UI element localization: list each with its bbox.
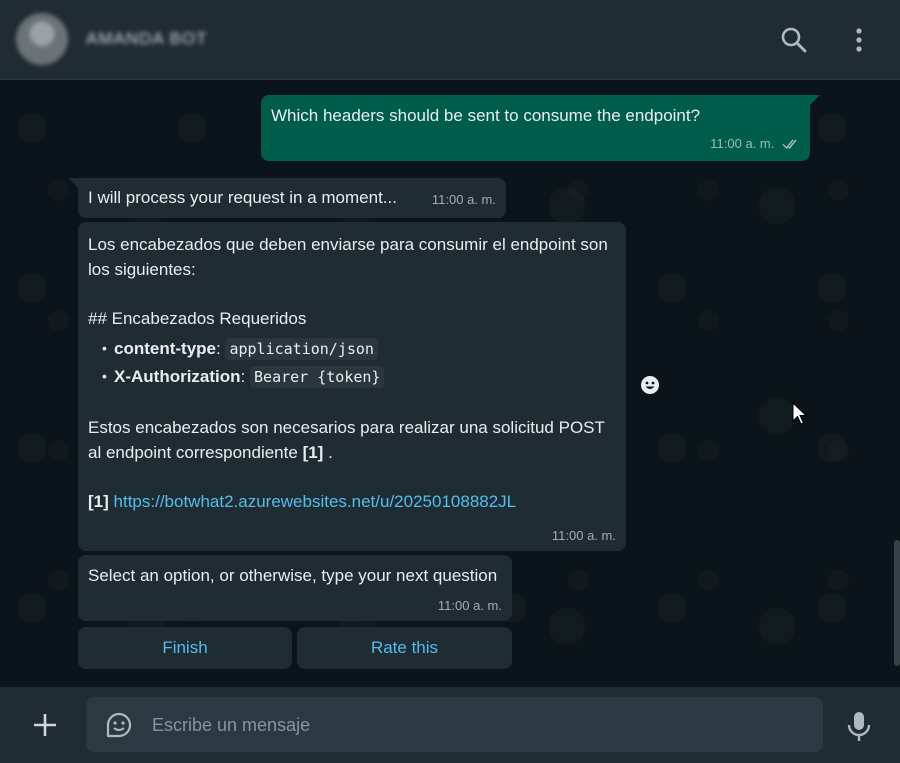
rate-this-button[interactable]: Rate this <box>297 627 512 669</box>
outgoing-time: 11:00 a. m. <box>710 136 775 151</box>
search-icon[interactable] <box>778 24 810 56</box>
processing-time: 11:00 a. m. <box>431 192 496 207</box>
double-check-icon <box>782 133 800 158</box>
sticker-icon[interactable] <box>104 710 134 740</box>
answer-body: Estos encabezados son necesarios para re… <box>88 418 605 462</box>
answer-time: 11:00 a. m. <box>551 528 616 543</box>
contact-avatar[interactable] <box>16 13 68 65</box>
answer-intro: Los encabezados que deben enviarse para … <box>88 235 608 279</box>
emoji-reaction-icon[interactable] <box>637 372 663 398</box>
prompt-message-text: Select an option, or otherwise, type you… <box>88 566 498 585</box>
header-value: Bearer {token} <box>250 366 385 388</box>
chat-area[interactable]: Which headers should be sent to consume … <box>0 80 900 687</box>
message-time: 11:00 a. m. <box>710 131 800 158</box>
header-value: application/json <box>225 338 378 360</box>
chat-scrollbar[interactable] <box>894 540 900 666</box>
answer-message[interactable]: Los encabezados que deben enviarse para … <box>78 222 626 551</box>
chat-header: AMANDA BOT <box>0 0 900 80</box>
header-name: X-Authorization <box>114 367 241 386</box>
plus-icon[interactable] <box>30 710 60 740</box>
prompt-time: 11:00 a. m. <box>437 598 502 613</box>
message-input-box[interactable] <box>86 697 823 754</box>
processing-message-text: I will process your request in a moment.… <box>88 188 397 207</box>
answer-heading: ## Encabezados Requeridos <box>88 309 307 328</box>
finish-button[interactable]: Finish <box>78 627 292 669</box>
contact-name[interactable]: AMANDA BOT <box>86 29 207 49</box>
list-item: content-type: application/json <box>102 334 616 363</box>
footnote: [1] https://botwhat2.azurewebsites.net/u… <box>88 489 616 514</box>
mic-icon[interactable] <box>845 710 873 744</box>
outgoing-message-text: Which headers should be sent to consume … <box>271 106 701 125</box>
menu-dots-icon[interactable] <box>843 24 875 56</box>
message-input[interactable] <box>150 697 804 754</box>
reference-link[interactable]: https://botwhat2.azurewebsites.net/u/202… <box>114 492 517 511</box>
footnote-ref: [1] <box>88 492 109 511</box>
reference-marker: [1] <box>302 443 324 462</box>
header-list: content-type: application/json X-Authori… <box>88 334 616 391</box>
mouse-cursor-icon <box>792 401 808 431</box>
outgoing-message[interactable]: Which headers should be sent to consume … <box>261 95 820 161</box>
prompt-message[interactable]: Select an option, or otherwise, type you… <box>78 555 512 621</box>
composer-bar <box>0 687 900 763</box>
list-item: X-Authorization: Bearer {token} <box>102 362 616 391</box>
processing-message[interactable]: I will process your request in a moment.… <box>68 178 506 218</box>
header-name: content-type <box>114 339 216 358</box>
